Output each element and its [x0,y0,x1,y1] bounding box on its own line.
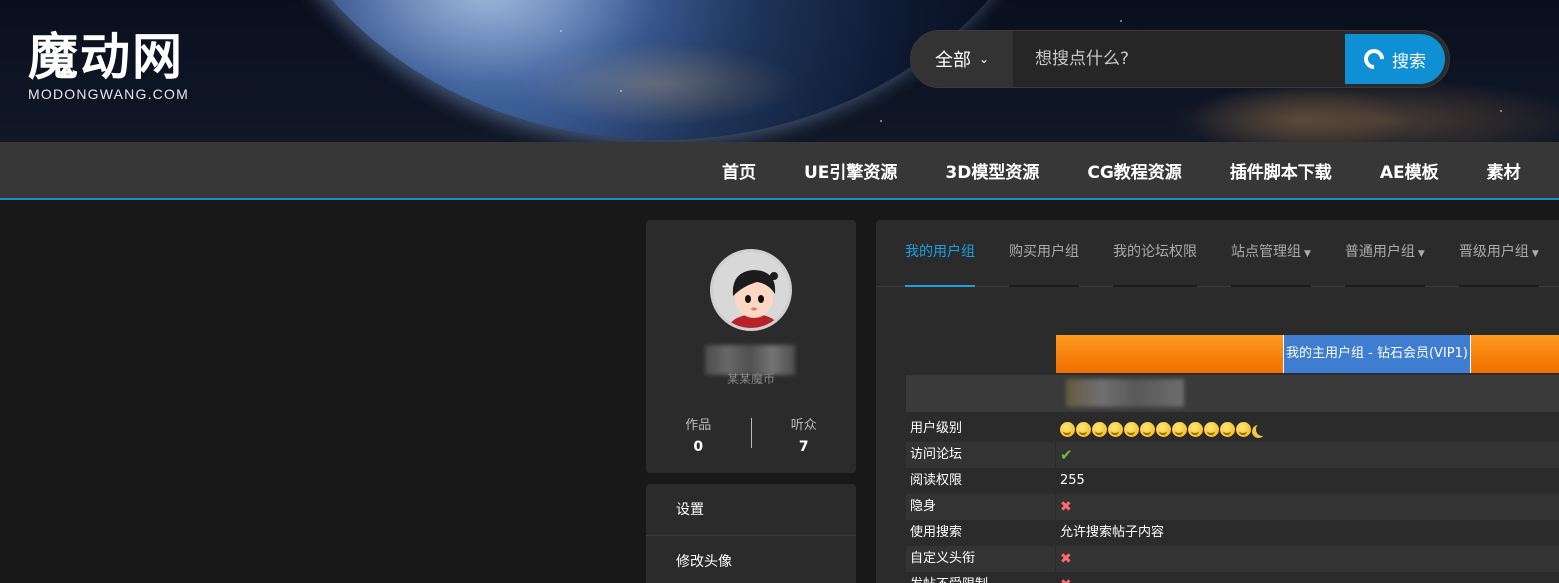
nav-item-home[interactable]: 首页 [698,158,780,183]
tab-admin-group[interactable]: 站点管理组 ▼ [1231,220,1311,287]
smile-icon [1060,421,1075,437]
blurred-row [906,375,1559,412]
logo-text: 魔动网 [28,27,184,86]
smile-icon [1220,421,1235,437]
caret-down-icon: ▼ [1304,249,1311,259]
tab-label: 我的论坛权限 [1113,244,1197,260]
tab-normal-group[interactable]: 普通用户组 ▼ [1344,220,1425,287]
usergroup-tabs: 我的用户组 购买用户组 我的论坛权限 站点管理组 ▼ 普通用户组 ▼ 晋级用户组 ▼ [876,220,1559,287]
stat-works[interactable]: 作品 0 [646,414,751,455]
perm-key: 阅读权限 [906,468,1056,494]
tab-label: 站点管理组 [1231,244,1301,260]
tab-label: 购买用户组 [1009,244,1079,260]
perm-value: ✖ [1056,546,1559,572]
main-nav: 首页 UE引擎资源 3D模型资源 CG教程资源 插件脚本下载 AE模板 素材 怎… [0,142,1559,200]
perm-value: 255 [1060,473,1085,488]
perm-value: ✔ [1056,442,1559,468]
stat-listeners[interactable]: 听众 7 [752,414,857,455]
perm-value [1056,416,1559,442]
smile-icon [1204,421,1219,437]
chevron-down-icon: ⌄ [978,52,990,66]
check-icon: ✔ [1060,446,1073,464]
smile-icon [1140,421,1155,437]
cross-icon: ✖ [1060,499,1072,515]
cross-icon: ✖ [1060,572,1072,583]
caret-down-icon: ▼ [1531,249,1539,259]
table-row: 隐身 ✖ [906,494,1559,520]
caret-down-icon: ▼ [1417,249,1425,259]
stat-value: 0 [693,439,704,455]
level-stars [1060,421,1269,437]
table-row: 访问论坛 ✔ [906,442,1559,468]
tab-label: 我的用户组 [905,244,975,260]
tab-label: 普通用户组 [1344,244,1415,260]
nav-item-howto[interactable]: 怎么 [1545,158,1559,183]
logo-domain: MODONGWANG.COM [28,86,189,102]
permission-table: 用户级别 访问论坛 ✔ 阅读权限 255 隐身 ✖ 使用搜索 允许搜索帖子内容 … [906,416,1559,583]
table-row: 用户级别 [906,416,1559,442]
nav-item-material[interactable]: 素材 [1463,158,1545,183]
perm-key: 使用搜索 [906,520,1056,546]
stat-label: 作品 [685,418,712,433]
table-row: 发帖不受限制 ✖ [906,572,1559,583]
avatar-image [713,252,789,328]
table-row: 阅读权限 255 [906,468,1559,494]
search-button[interactable]: 搜索 [1345,34,1445,84]
tab-my-usergroup[interactable]: 我的用户组 [905,220,975,287]
smile-icon [1172,421,1187,437]
perm-key: 用户级别 [906,416,1056,442]
avatar[interactable] [710,249,792,331]
stat-value: 7 [798,439,809,455]
search-input[interactable] [1013,31,1345,87]
usergroup-panel: 我的用户组 购买用户组 我的论坛权限 站点管理组 ▼ 普通用户组 ▼ 晋级用户组 ▼ … [876,220,1559,583]
perm-value: 允许搜索帖子内容 [1060,525,1165,540]
nav-item-ue[interactable]: UE引擎资源 [780,158,921,183]
smile-icon [1108,421,1123,437]
profile-card: 某某魔币 作品 0 听众 7 [646,220,856,473]
blurred-content [1066,379,1184,407]
smile-icon [1156,421,1171,437]
tab-label: 晋级用户组 [1458,244,1529,260]
smile-icon [1124,421,1139,437]
coin-text: 某某魔币 [726,372,775,384]
settings-menu: 设置 修改头像 [646,484,856,583]
search-scope-select[interactable]: 全部 ⌄ [911,31,1013,87]
perm-key: 访问论坛 [906,442,1056,468]
table-row: 使用搜索 允许搜索帖子内容 [906,520,1559,546]
tab-forum-permissions[interactable]: 我的论坛权限 [1113,220,1197,287]
perm-value: ✖ [1056,572,1559,583]
cross-icon: ✖ [1060,551,1072,567]
smile-icon [1236,421,1251,437]
perm-key: 自定义头衔 [906,546,1056,572]
search-bar: 全部 ⌄ 搜索 [910,30,1450,88]
search-button-label: 搜索 [1392,51,1426,71]
search-icon [1359,44,1389,74]
main-usergroup-label: 我的主用户组 - 钻石会员(VIP1) [1283,335,1471,373]
table-row: 自定义头衔 ✖ [906,546,1559,572]
main-usergroup-bar: 我的主用户组 - 钻石会员(VIP1) [1056,335,1559,373]
smile-icon [1188,421,1203,437]
nav-item-3d[interactable]: 3D模型资源 [921,158,1063,183]
menu-item-settings[interactable]: 设置 [646,484,856,536]
stat-label: 听众 [790,418,817,433]
header-banner: 魔动网 MODONGWANG.COM 全部 ⌄ 搜索 [0,0,1559,142]
perm-value: ✖ [1056,494,1559,520]
site-logo[interactable]: 魔动网 MODONGWANG.COM [28,27,218,103]
profile-stats: 作品 0 听众 7 [646,414,856,455]
perm-key: 发帖不受限制 [906,572,1056,583]
smile-icon [1092,421,1107,437]
search-scope-label: 全部 [934,50,971,71]
nav-item-ae[interactable]: AE模板 [1356,158,1463,183]
moon-icon [1256,423,1269,436]
tab-promotion-group[interactable]: 晋级用户组 ▼ [1458,220,1539,287]
nav-item-plugins[interactable]: 插件脚本下载 [1206,158,1356,183]
tab-buy-usergroup[interactable]: 购买用户组 [1009,220,1079,287]
menu-item-change-avatar[interactable]: 修改头像 [646,536,856,583]
perm-key: 隐身 [906,494,1056,520]
nav-item-cg[interactable]: CG教程资源 [1063,158,1205,183]
smile-icon [1076,421,1091,437]
